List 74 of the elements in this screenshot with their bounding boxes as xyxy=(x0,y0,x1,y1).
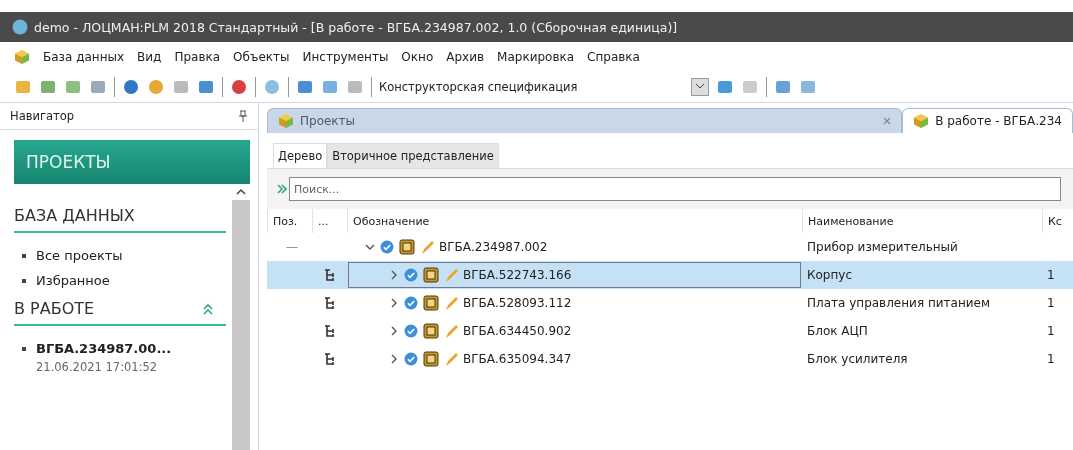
document-icon xyxy=(423,295,439,311)
document-tab[interactable]: Проекты xyxy=(267,108,903,133)
caret-icon xyxy=(389,298,399,308)
section-title: В РАБОТЕ xyxy=(14,299,95,318)
chevron-down-icon xyxy=(695,83,705,91)
document-icon xyxy=(423,351,439,367)
check-circle-icon xyxy=(404,324,418,338)
search-field[interactable]: Поиск... xyxy=(289,177,1061,201)
table-cell: Блок усилителя xyxy=(807,352,908,366)
table-cell: ВГБА.234987.002 xyxy=(439,240,548,254)
document-icon xyxy=(399,239,415,255)
navigator-link[interactable]: ВГБА.234987.00... xyxy=(36,341,172,356)
caret-icon xyxy=(365,242,375,252)
table-cell: ВГБА.528093.112 xyxy=(463,296,572,310)
document-tab[interactable]: В работе - ВГБА.234 xyxy=(902,108,1073,133)
table-cell: 1 xyxy=(1047,268,1055,282)
menu-item[interactable]: Вид xyxy=(137,50,162,64)
menu-item[interactable]: База данных xyxy=(43,50,125,64)
table-cell: 1 xyxy=(1047,324,1055,338)
document-icon xyxy=(423,323,439,339)
table-cell: Корпус xyxy=(807,268,853,282)
scroll-up-icon xyxy=(236,188,246,196)
pencil-icon xyxy=(444,295,458,311)
navigator-title: Навигатор xyxy=(10,109,75,123)
menu-item[interactable]: Инструменты xyxy=(302,50,389,64)
pencil-icon xyxy=(444,323,458,339)
caret-icon xyxy=(389,326,399,336)
pencil-icon xyxy=(444,351,458,367)
spec-combo[interactable]: Конструкторская спецификация xyxy=(379,76,709,98)
cube-icon xyxy=(278,113,294,129)
table-cell: ВГБА.634450.902 xyxy=(463,324,572,338)
collapse-icon[interactable] xyxy=(202,302,214,315)
menu-item[interactable]: Окно xyxy=(401,50,434,64)
pin-icon xyxy=(238,110,248,122)
date-text: 21.06.2021 17:01:52 xyxy=(36,360,159,374)
menu-item[interactable]: Справка xyxy=(587,50,640,64)
table-cell: ВГБА.635094.347 xyxy=(463,352,572,366)
view-tab[interactable]: Дерево xyxy=(273,143,328,168)
table-cell: 1 xyxy=(1047,296,1055,310)
menu-item[interactable]: Объекты xyxy=(233,50,290,64)
caret-icon xyxy=(389,354,399,364)
menu-item[interactable]: Архив xyxy=(446,50,485,64)
navigator-link[interactable]: Избранное xyxy=(36,273,110,288)
check-circle-icon xyxy=(404,352,418,366)
menu-item[interactable]: Правка xyxy=(174,50,221,64)
cube-icon xyxy=(913,113,930,129)
app-logo-icon xyxy=(12,19,28,35)
table-cell: Прибор измерительный xyxy=(807,240,958,254)
table-row[interactable]: ВГБА.522743.166 Корпус 1 xyxy=(267,261,1073,289)
table-cell: Блок АЦП xyxy=(807,324,868,338)
section-title: БАЗА ДАННЫХ xyxy=(14,206,135,225)
pencil-icon xyxy=(444,267,458,283)
menu-item[interactable]: Маркировка xyxy=(497,50,575,64)
scrollbar-thumb[interactable] xyxy=(232,200,250,450)
pencil-icon xyxy=(420,239,434,255)
structure-icon xyxy=(322,324,337,338)
table-cell: Плата управления питанием xyxy=(807,296,990,310)
table-cell: — xyxy=(286,240,298,254)
structure-icon xyxy=(322,352,337,366)
check-circle-icon xyxy=(404,296,418,310)
table-cell: ВГБА.522743.166 xyxy=(463,268,572,282)
close-icon xyxy=(883,117,892,125)
document-icon xyxy=(423,267,439,283)
double-chevron-icon xyxy=(277,184,287,194)
table-cell: 1 xyxy=(1047,352,1055,366)
cube-icon xyxy=(14,49,30,65)
navigator-link[interactable]: Все проекты xyxy=(36,248,123,263)
view-tab[interactable]: Вторичное представление xyxy=(327,143,499,168)
caret-icon xyxy=(389,270,399,280)
structure-icon xyxy=(322,268,337,282)
check-circle-icon xyxy=(380,240,394,254)
check-circle-icon xyxy=(404,268,418,282)
structure-icon xyxy=(322,296,337,310)
window-title: demo - ЛОЦМАН:PLM 2018 Стандартный - [В работе - ВГБА.234987.002, 1.0 (Сборочная единица)] xyxy=(34,19,678,35)
